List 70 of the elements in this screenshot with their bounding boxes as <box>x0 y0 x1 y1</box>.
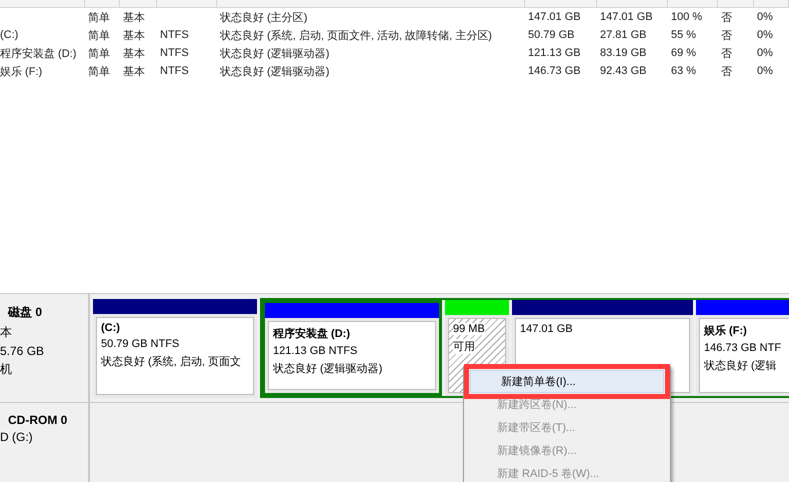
table-cell-text: 基本 <box>122 10 146 24</box>
table-cell-text: 0% <box>756 11 774 23</box>
table-cell-text: 简单 <box>87 46 111 60</box>
table-cell-text: 否 <box>720 10 733 24</box>
table-cell-text: 基本 <box>122 46 146 60</box>
partition-info: 99 MB <box>453 322 485 335</box>
column-header[interactable] <box>668 0 718 8</box>
column-header[interactable] <box>157 0 217 8</box>
column-header[interactable] <box>85 0 120 8</box>
disk-info: 5.76 GB <box>0 344 46 358</box>
table-cell-text: 状态良好 (主分区) <box>219 10 308 24</box>
table-cell-text: 简单 <box>87 28 111 42</box>
column-header[interactable] <box>525 0 597 8</box>
table-cell-text: (C:) <box>0 29 20 41</box>
table-cell-text: 55 % <box>670 29 698 41</box>
column-header[interactable] <box>597 0 668 8</box>
table-cell-text: 0% <box>756 47 774 59</box>
partition-info: 146.73 GB NTF <box>704 342 782 354</box>
partition-block[interactable]: 娱乐 (F:) 146.73 GB NTF 状态良好 (逻辑 <box>696 300 789 396</box>
partition-name: 程序安装盘 (D:) <box>273 326 351 341</box>
table-cell-text: 147.01 GB <box>527 11 582 23</box>
column-header[interactable] <box>718 0 754 8</box>
table-cell-text: 100 % <box>670 11 704 23</box>
partition-name: (C:) <box>101 322 121 334</box>
table-cell-text: 0% <box>756 65 774 77</box>
table-cell-text: NTFS <box>159 29 190 41</box>
table-cell-text: 63 % <box>670 65 698 77</box>
table-cell-text: 否 <box>720 28 733 42</box>
table-cell-text: NTFS <box>159 65 190 77</box>
disk-title: 磁盘 0 <box>6 304 44 321</box>
table-cell-text: 否 <box>720 64 733 78</box>
table-cell-text: NTFS <box>159 47 190 59</box>
partition-block[interactable]: (C:) 50.79 GB NTFS 状态良好 (系统, 启动, 页面文 <box>93 298 257 398</box>
table-cell-text: 0% <box>756 29 774 41</box>
table-cell-text: 69 % <box>670 47 698 59</box>
table-cell-text: 娱乐 (F:) <box>0 64 44 78</box>
table-cell-text: 92.43 GB <box>599 65 648 77</box>
table-cell-text: 基本 <box>122 28 146 42</box>
partition-info: 状态良好 (系统, 启动, 页面文 <box>101 354 241 369</box>
partition-info: 147.01 GB <box>520 322 573 335</box>
table-cell-text: 否 <box>720 46 733 60</box>
partition-info: 状态良好 (逻辑 <box>704 358 777 373</box>
partition-info: 状态良好 (逻辑驱动器) <box>273 362 382 376</box>
table-cell-text: 程序安装盘 (D:) <box>0 46 78 60</box>
table-cell-text: 状态良好 (逻辑驱动器) <box>219 64 330 78</box>
partition-block[interactable]: 程序安装盘 (D:) 121.13 GB NTFS 状态良好 (逻辑驱动器) <box>262 300 442 396</box>
partition-header-bar <box>445 300 509 315</box>
table-cell-text: 147.01 GB <box>599 11 654 23</box>
table-cell-text: 状态良好 (系统, 启动, 页面文件, 活动, 故障转储, 主分区) <box>219 28 493 42</box>
column-header[interactable] <box>217 0 525 8</box>
disk-title: CD-ROM 0 <box>7 413 68 428</box>
column-header[interactable] <box>754 0 789 8</box>
partition-info: 50.79 GB NTFS <box>101 338 180 350</box>
table-cell-text: 简单 <box>87 64 111 78</box>
disk-info: 机 <box>0 360 13 378</box>
table-cell-text: 83.19 GB <box>599 47 648 59</box>
column-header[interactable] <box>120 0 157 8</box>
table-cell-text: 简单 <box>87 10 111 24</box>
partition-info: 可用 <box>453 338 475 354</box>
partition-info: 121.13 GB NTFS <box>273 344 358 357</box>
disk-info: D (G:) <box>0 430 34 444</box>
table-cell-text: 146.73 GB <box>527 65 582 77</box>
column-header[interactable] <box>0 0 85 8</box>
table-cell-text: 27.81 GB <box>599 29 648 41</box>
partition-name: 娱乐 (F:) <box>704 324 748 338</box>
table-cell-text: 状态良好 (逻辑驱动器) <box>219 46 330 60</box>
table-cell-text: 50.79 GB <box>527 29 576 41</box>
table-cell-text: 121.13 GB <box>527 47 582 59</box>
disk-info: 本 <box>0 324 13 341</box>
table-cell-text: 基本 <box>122 64 146 78</box>
